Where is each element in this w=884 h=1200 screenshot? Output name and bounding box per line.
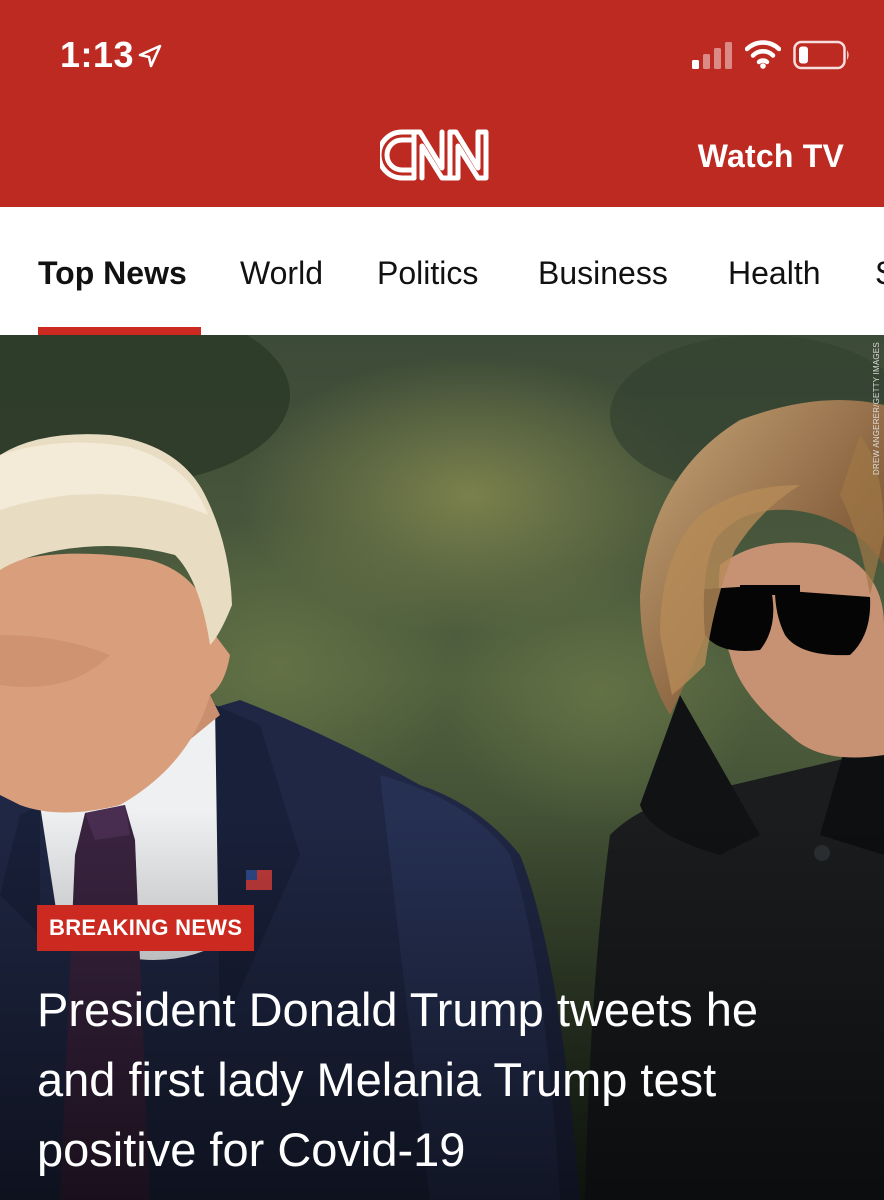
- active-tab-indicator: [38, 327, 201, 335]
- cellular-signal-icon: [692, 42, 732, 69]
- tab-business[interactable]: Business: [538, 255, 668, 292]
- tab-health[interactable]: Health: [728, 255, 821, 292]
- tab-politics[interactable]: Politics: [377, 255, 478, 292]
- hero-story[interactable]: DREW ANGERER/GETTY IMAGES BREAKING NEWS …: [0, 335, 884, 1200]
- cnn-app-screen: 1:13 Watch TV Top News World Politics Bu…: [0, 0, 884, 1200]
- battery-icon: [793, 40, 849, 70]
- photo-credit: DREW ANGERER/GETTY IMAGES: [872, 342, 881, 475]
- section-tabs: Top News World Politics Business Health …: [0, 207, 884, 335]
- tab-top-news[interactable]: Top News: [38, 255, 187, 292]
- cnn-logo: [380, 129, 489, 181]
- location-arrow-icon: [138, 44, 162, 68]
- status-time: 1:13: [60, 34, 135, 75]
- hero-headline[interactable]: President Donald Trump tweets he and fir…: [37, 975, 817, 1185]
- tab-world[interactable]: World: [240, 255, 323, 292]
- watch-tv-button[interactable]: Watch TV: [698, 138, 844, 175]
- breaking-news-badge: BREAKING NEWS: [37, 905, 255, 951]
- tab-partial-next[interactable]: S: [875, 255, 884, 292]
- app-header: 1:13 Watch TV: [0, 0, 884, 207]
- wifi-icon: [745, 40, 781, 69]
